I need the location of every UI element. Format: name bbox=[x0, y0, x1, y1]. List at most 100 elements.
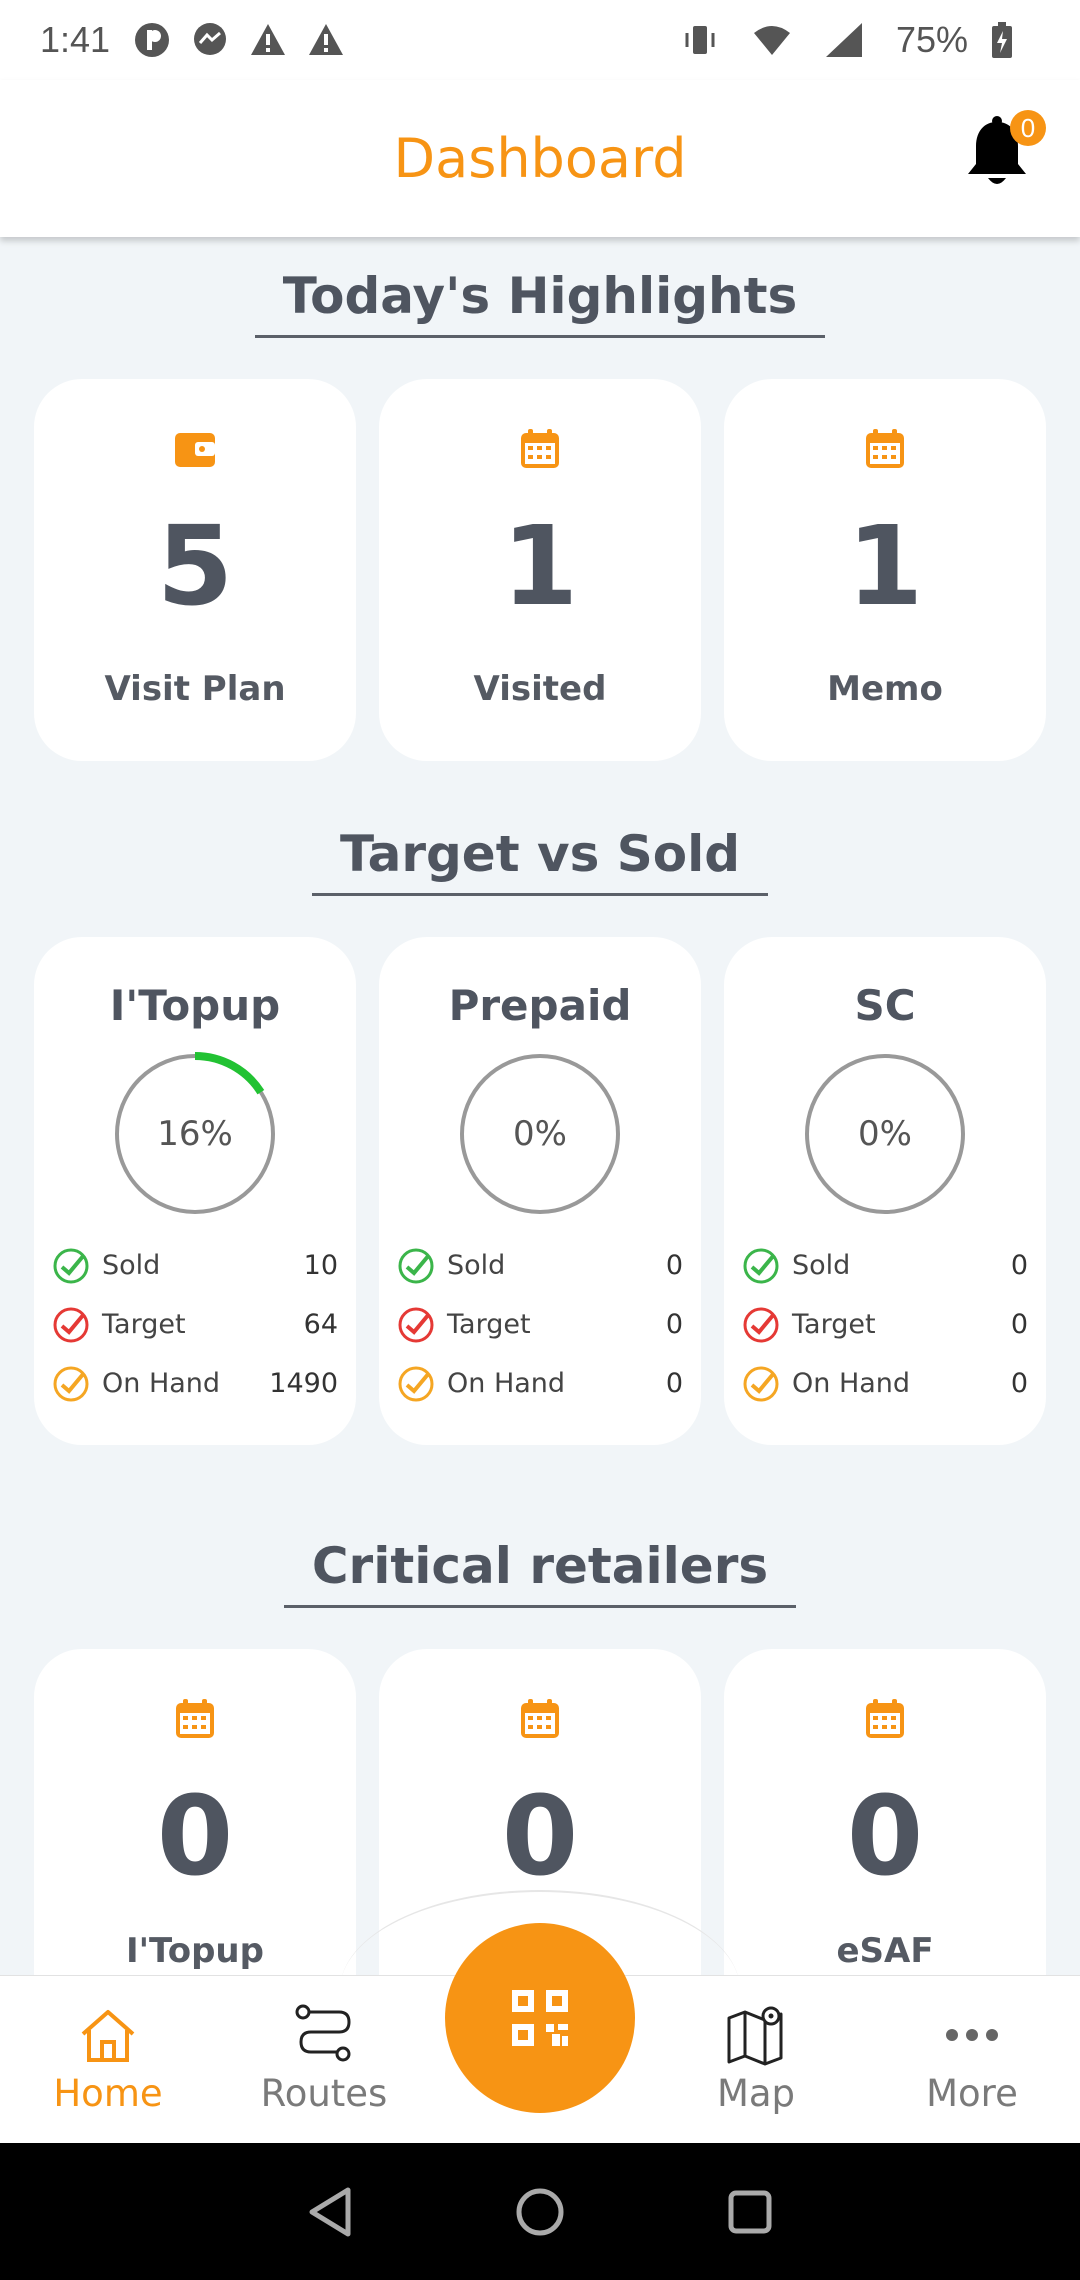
recents-button[interactable] bbox=[720, 2182, 780, 2242]
target-value: 64 bbox=[303, 1309, 338, 1340]
warning-icon bbox=[306, 20, 346, 60]
calendar-icon bbox=[866, 1699, 904, 1738]
messenger-icon bbox=[190, 20, 230, 60]
sold-value: 0 bbox=[665, 1250, 683, 1281]
check-circle-icon bbox=[53, 1248, 89, 1283]
sold-label: Sold bbox=[102, 1250, 161, 1281]
status-bar: 1:41 75% bbox=[0, 0, 1080, 80]
target-label: Target bbox=[447, 1309, 531, 1340]
sc-percent: 0% bbox=[858, 1114, 912, 1154]
highlights-title: Today's Highlights bbox=[0, 267, 1080, 338]
routes-icon bbox=[295, 2004, 351, 2062]
check-circle-icon bbox=[398, 1307, 434, 1342]
sold-label: Sold bbox=[447, 1250, 506, 1281]
memo-card[interactable]: 1 Memo bbox=[724, 379, 1046, 761]
onhand-row: On Hand 0 bbox=[742, 1354, 1028, 1413]
nav-routes-label: Routes bbox=[260, 2072, 388, 2115]
itopup-target-card[interactable]: I'Topup 16% Sold 10 Target 64 On Hand 14… bbox=[34, 937, 356, 1445]
back-icon bbox=[309, 2187, 351, 2236]
critical-esaf-card[interactable]: 0 eSAF bbox=[724, 1649, 1046, 1977]
wallet-icon bbox=[175, 433, 215, 467]
onhand-label: On Hand bbox=[792, 1368, 911, 1399]
nav-home-label: Home bbox=[53, 2072, 163, 2115]
critical-retailers-title: Critical retailers bbox=[0, 1537, 1080, 1608]
home-icon bbox=[81, 2010, 135, 2062]
critical-esaf-label: eSAF bbox=[836, 1931, 934, 1971]
sc-progress-ring: 0% bbox=[803, 1052, 967, 1216]
critical-itopup-card[interactable]: 0 I'Topup bbox=[34, 1649, 356, 1977]
check-circle-icon bbox=[53, 1307, 89, 1342]
sc-title: SC bbox=[854, 981, 916, 1030]
check-circle-icon bbox=[743, 1307, 779, 1342]
sc-target-card[interactable]: SC 0% Sold 0 Target 0 On Hand 0 bbox=[724, 937, 1046, 1445]
calendar-icon bbox=[176, 1699, 214, 1738]
critical-esaf-value: 0 bbox=[846, 1772, 924, 1900]
onhand-label: On Hand bbox=[102, 1368, 221, 1399]
critical-middle-value: 0 bbox=[501, 1772, 579, 1900]
calendar-icon bbox=[521, 429, 559, 468]
check-circle-icon bbox=[398, 1366, 434, 1401]
nav-home[interactable]: Home bbox=[0, 1976, 216, 2144]
notifications-button[interactable]: 0 bbox=[962, 110, 1046, 190]
itopup-title: I'Topup bbox=[109, 981, 281, 1030]
sold-label: Sold bbox=[792, 1250, 851, 1281]
status-time: 1:41 bbox=[40, 19, 111, 60]
prepaid-percent: 0% bbox=[513, 1114, 567, 1154]
onhand-row: On Hand 0 bbox=[397, 1354, 683, 1413]
check-circle-icon bbox=[398, 1248, 434, 1283]
itopup-percent: 16% bbox=[157, 1114, 233, 1154]
warning-icon bbox=[248, 20, 288, 60]
onhand-value: 0 bbox=[1010, 1368, 1028, 1399]
nav-map[interactable]: Map bbox=[648, 1976, 864, 2144]
app-notification-icon bbox=[132, 20, 172, 60]
visited-label: Visited bbox=[473, 669, 607, 709]
critical-itopup-value: 0 bbox=[156, 1772, 234, 1900]
target-vs-sold-title: Target vs Sold bbox=[0, 825, 1080, 896]
nav-more[interactable]: More bbox=[864, 1976, 1080, 2144]
target-label: Target bbox=[102, 1309, 186, 1340]
battery-charging-icon bbox=[982, 20, 1022, 60]
visit-plan-card[interactable]: 5 Visit Plan bbox=[34, 379, 356, 761]
prepaid-title: Prepaid bbox=[448, 981, 632, 1030]
page-title: Dashboard bbox=[393, 127, 687, 190]
nav-more-label: More bbox=[926, 2072, 1018, 2115]
circle-home-icon bbox=[516, 2188, 564, 2235]
target-value: 0 bbox=[1010, 1309, 1028, 1340]
check-circle-icon bbox=[743, 1366, 779, 1401]
calendar-icon bbox=[521, 1699, 559, 1738]
home-system-button[interactable] bbox=[510, 2182, 570, 2242]
onhand-label: On Hand bbox=[447, 1368, 566, 1399]
itopup-progress-ring: 16% bbox=[113, 1052, 277, 1216]
wifi-icon bbox=[752, 20, 792, 60]
onhand-value: 1490 bbox=[269, 1368, 338, 1399]
target-label: Target bbox=[792, 1309, 876, 1340]
visit-plan-label: Visit Plan bbox=[104, 669, 286, 709]
battery-percent: 75% bbox=[895, 19, 968, 60]
target-value: 0 bbox=[665, 1309, 683, 1340]
visit-plan-value: 5 bbox=[156, 502, 234, 630]
check-circle-icon bbox=[743, 1248, 779, 1283]
app-header: Dashboard 0 bbox=[0, 80, 1080, 237]
onhand-value: 0 bbox=[665, 1368, 683, 1399]
check-circle-icon bbox=[53, 1366, 89, 1401]
visited-card[interactable]: 1 Visited bbox=[379, 379, 701, 761]
prepaid-progress-ring: 0% bbox=[458, 1052, 622, 1216]
target-row: Target 64 bbox=[52, 1295, 338, 1354]
memo-value: 1 bbox=[846, 502, 924, 630]
prepaid-target-card[interactable]: Prepaid 0% Sold 0 Target 0 On Hand 0 bbox=[379, 937, 701, 1445]
calendar-icon bbox=[866, 429, 904, 468]
target-row: Target 0 bbox=[742, 1295, 1028, 1354]
sold-value: 0 bbox=[1010, 1250, 1028, 1281]
visited-value: 1 bbox=[501, 502, 579, 630]
map-icon bbox=[727, 2006, 783, 2066]
sold-row: Sold 10 bbox=[52, 1236, 338, 1295]
scan-qr-button[interactable] bbox=[445, 1923, 635, 2113]
sold-row: Sold 0 bbox=[397, 1236, 683, 1295]
sold-value: 10 bbox=[303, 1250, 338, 1281]
sold-row: Sold 0 bbox=[742, 1236, 1028, 1295]
nav-routes[interactable]: Routes bbox=[216, 1976, 432, 2144]
onhand-row: On Hand 1490 bbox=[52, 1354, 338, 1413]
back-button[interactable] bbox=[300, 2182, 360, 2242]
dashboard-content[interactable]: Today's Highlights 5 Visit Plan 1 Visite… bbox=[0, 237, 1080, 1977]
more-icon bbox=[946, 2029, 998, 2041]
